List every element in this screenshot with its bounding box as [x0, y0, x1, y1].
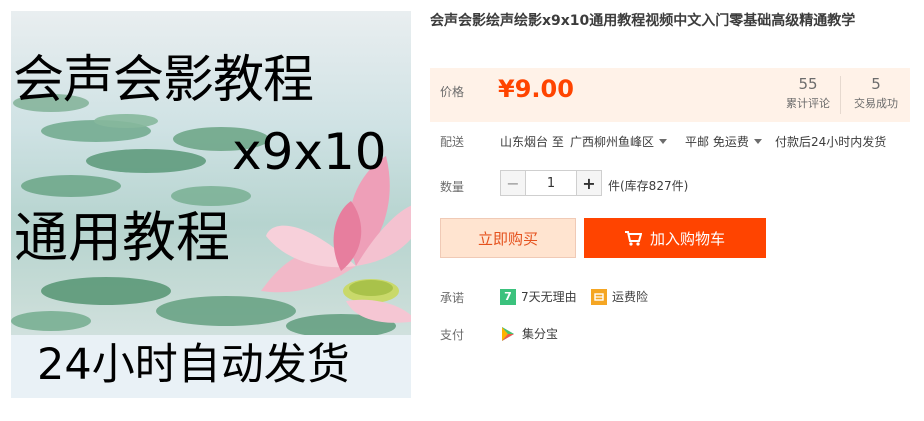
shipping-insurance[interactable]: 运费险 — [591, 288, 648, 305]
ship-from: 山东烟台 至 — [500, 135, 564, 149]
payment-method: 集分宝 — [500, 325, 558, 342]
chevron-down-icon — [753, 139, 762, 144]
shipping-insurance-text: 运费险 — [612, 290, 649, 304]
decrease-button[interactable]: − — [500, 170, 526, 196]
image-version: x9x10 — [232, 123, 387, 181]
review-label: 累计评论 — [786, 97, 830, 110]
increase-button[interactable]: + — [576, 170, 602, 196]
payment-label: 支付 — [440, 328, 465, 342]
promise-label: 承诺 — [440, 291, 465, 305]
payment-method-text: 集分宝 — [522, 327, 559, 341]
stat-divider — [840, 76, 841, 114]
image-caption: 24小时自动发货 — [37, 340, 350, 390]
shipping-label: 配送 — [440, 135, 465, 149]
shipping-insurance-icon — [591, 288, 607, 305]
quantity-label: 数量 — [440, 180, 465, 194]
price-value: ¥9.00 — [498, 75, 574, 103]
image-subheadline: 通用教程 — [14, 206, 230, 269]
price-label: 价格 — [440, 85, 465, 99]
ship-destination: 广西柳州鱼峰区 — [570, 135, 655, 149]
ship-destination-select[interactable]: 广西柳州鱼峰区 — [570, 133, 668, 150]
image-headline: 会声会影教程 — [13, 51, 314, 110]
jifenbao-icon — [502, 326, 514, 341]
seven-day-return-icon: 7 — [500, 288, 516, 305]
ship-note: 付款后24小时内发货 — [775, 135, 887, 149]
product-title: 会声会影绘声绘影x9x10通用教程视频中文入门零基础高级精通教学 — [430, 13, 856, 29]
image-caption-bar: 24小时自动发货 — [11, 335, 411, 398]
product-image[interactable]: 会声会影教程 x9x10 通用教程 24小时自动发货 — [11, 11, 411, 398]
chevron-down-icon — [659, 139, 668, 144]
cart-icon — [624, 230, 642, 246]
deal-count: 5 — [871, 75, 881, 93]
deal-label: 交易成功 — [854, 97, 898, 110]
ship-method: 平邮 免运费 — [685, 135, 749, 149]
review-stat[interactable]: 55 累计评论 — [780, 75, 836, 111]
price-panel: 价格 ¥9.00 55 累计评论 5 交易成功 — [430, 68, 910, 122]
ship-method-select[interactable]: 平邮 免运费 — [685, 133, 762, 150]
add-to-cart-button[interactable]: 加入购物车 — [584, 218, 766, 258]
deal-stat: 5 交易成功 — [848, 75, 904, 111]
stock-info: 件(库存827件) — [608, 179, 689, 193]
seven-day-return[interactable]: 7 7天无理由 — [500, 288, 577, 305]
add-to-cart-label: 加入购物车 — [649, 229, 725, 248]
quantity-stepper: − + — [500, 170, 602, 196]
review-count: 55 — [798, 75, 818, 93]
seven-day-return-text: 7天无理由 — [521, 290, 577, 304]
buy-now-button[interactable]: 立即购买 — [440, 218, 576, 258]
quantity-input[interactable] — [526, 170, 576, 196]
